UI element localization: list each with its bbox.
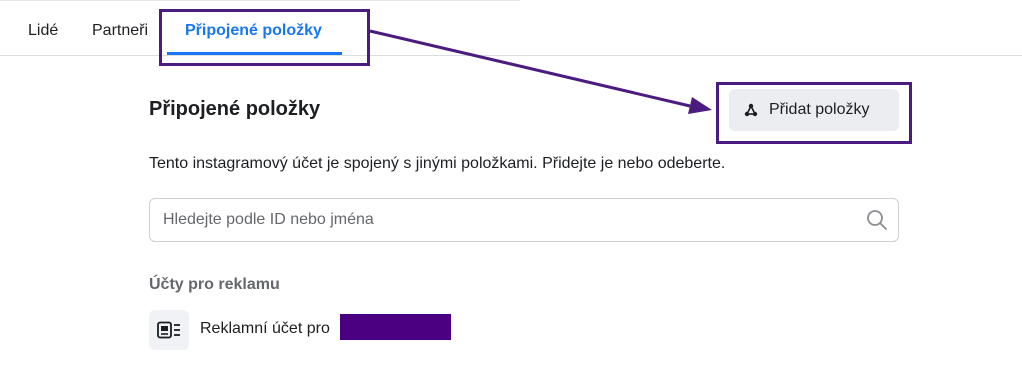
ad-accounts-heading: Účty pro reklamu [149,276,280,293]
ad-account-icon [149,310,189,350]
highlight-button-annotation [716,82,912,144]
ad-account-label[interactable]: Reklamní účet pro [200,320,330,338]
page-title: Připojené položky [149,98,321,120]
tab-bar: Lidé Partneři Připojené položky [0,0,1022,56]
search-icon[interactable] [866,209,888,231]
redaction-box [340,314,451,340]
search-input[interactable] [163,199,853,241]
search-box [149,198,899,242]
section-description: Tento instagramový účet je spojený s jin… [149,155,726,172]
tab-partners[interactable]: Partneři [92,22,148,40]
highlight-tab-annotation [159,9,370,66]
tab-people[interactable]: Lidé [28,22,58,40]
